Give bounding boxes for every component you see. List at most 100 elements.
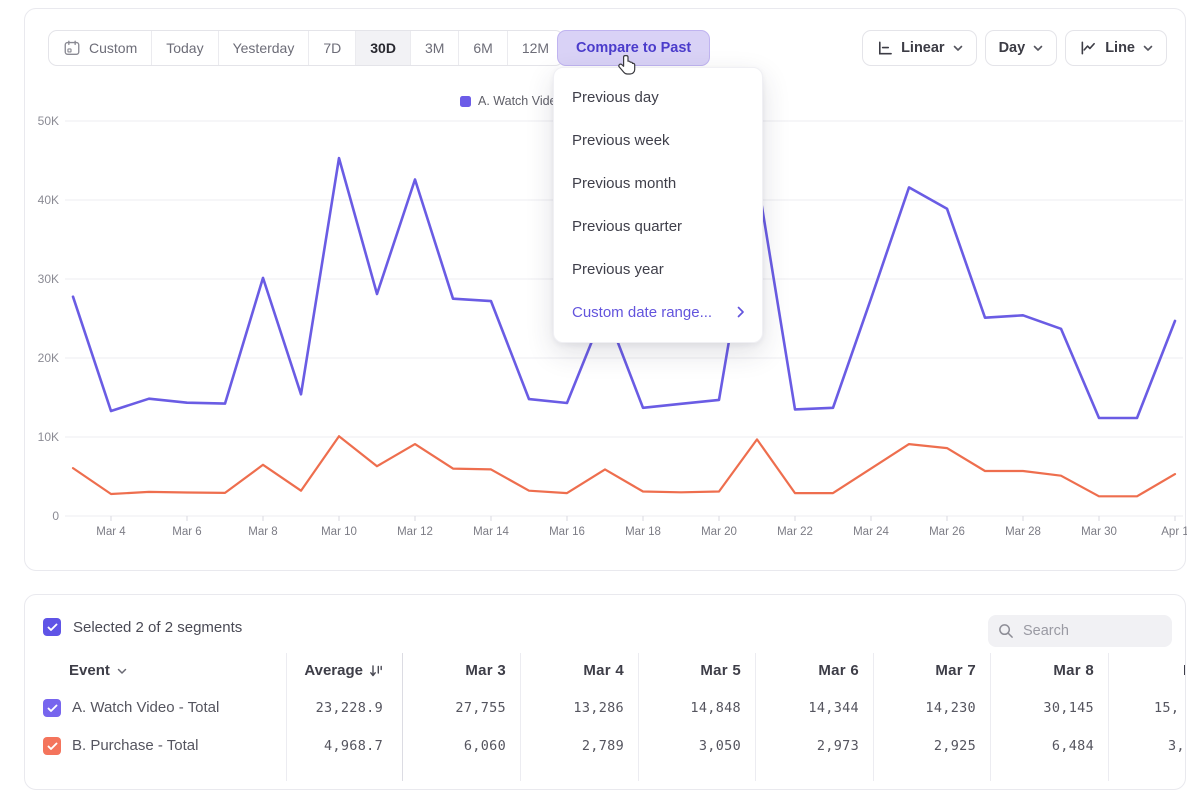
date-column-header: Mar 6 [755, 653, 873, 689]
segment-label: A. Watch Video - Total [72, 689, 219, 727]
chevron-right-icon [737, 306, 745, 318]
column-separator-spacer [990, 765, 1108, 781]
preset-custom-label: Custom [89, 40, 137, 56]
x-axis-label: Apr 1 [1161, 526, 1187, 538]
x-axis-label: Mar 16 [549, 526, 585, 538]
sort-descending-icon [369, 664, 383, 678]
date-column-header: Mar 4 [520, 653, 638, 689]
table-row-label-watch-video: A. Watch Video - Total [25, 689, 286, 727]
y-axis-label: 40K [38, 193, 59, 207]
menu-item-previous-year[interactable]: Previous year [554, 248, 762, 291]
menu-item-previous-week[interactable]: Previous week [554, 119, 762, 162]
x-axis-label: Mar 20 [701, 526, 737, 538]
table-cell: 27,755 [402, 689, 520, 727]
x-axis-label: Mar 10 [321, 526, 357, 538]
x-axis-label: Mar 12 [397, 526, 433, 538]
table-cell: 6,060 [402, 727, 520, 765]
date-range-preset-group: Custom Today Yesterday 7D 30D 3M 6M 12M [48, 30, 564, 66]
select-all-row: Selected 2 of 2 segments [43, 618, 242, 636]
x-axis-label: Mar 8 [248, 526, 277, 538]
preset-7d[interactable]: 7D [309, 31, 356, 65]
table-cell: 6,484 [990, 727, 1108, 765]
row-checkbox-watch-video[interactable] [43, 699, 61, 717]
table-cell-clipped: 15, [1108, 689, 1186, 727]
check-icon [47, 704, 58, 713]
legend-swatch-purple [460, 96, 471, 107]
average-cell: 4,968.7 [286, 727, 402, 765]
series-line-purchase [73, 436, 1175, 496]
interval-select-button[interactable]: Day [985, 30, 1058, 66]
event-column-header[interactable]: Event [25, 653, 286, 689]
menu-item-previous-day[interactable]: Previous day [554, 76, 762, 119]
chart-controls: Linear Day Line [862, 30, 1167, 66]
column-separator-spacer [1108, 765, 1186, 781]
date-column-header: Mar 3 [402, 653, 520, 689]
average-header-label: Average [304, 653, 363, 689]
line-chart-icon [1079, 40, 1097, 56]
row-checkbox-purchase[interactable] [43, 737, 61, 755]
search-icon [998, 623, 1014, 639]
menu-item-previous-month[interactable]: Previous month [554, 162, 762, 205]
menu-item-custom-date-range[interactable]: Custom date range... [554, 291, 762, 334]
table-cell: 2,925 [873, 727, 990, 765]
table-cell: 3,050 [638, 727, 755, 765]
preset-today[interactable]: Today [152, 31, 218, 65]
chart-card: Custom Today Yesterday 7D 30D 3M 6M 12M … [24, 8, 1186, 571]
preset-6m[interactable]: 6M [459, 31, 507, 65]
check-icon [47, 742, 58, 751]
segments-table: EventAverageMar 3Mar 4Mar 5Mar 6Mar 7Mar… [25, 653, 1186, 781]
x-axis-label: Mar 26 [929, 526, 965, 538]
date-column-header: Mar 8 [990, 653, 1108, 689]
chevron-down-icon [117, 668, 127, 675]
chevron-down-icon [953, 45, 963, 52]
table-row-label-purchase: B. Purchase - Total [25, 727, 286, 765]
y-axis-label: 20K [38, 351, 59, 365]
column-separator-spacer [25, 765, 286, 781]
column-separator-spacer [873, 765, 990, 781]
selected-summary: Selected 2 of 2 segments [73, 619, 242, 636]
calendar-icon [63, 39, 81, 57]
check-icon [47, 623, 58, 632]
insights-page: Custom Today Yesterday 7D 30D 3M 6M 12M … [0, 0, 1200, 802]
preset-12m[interactable]: 12M [508, 31, 563, 65]
preset-30d[interactable]: 30D [356, 31, 411, 65]
x-axis-label: Mar 6 [172, 526, 201, 538]
table-cell: 13,286 [520, 689, 638, 727]
select-all-checkbox[interactable] [43, 618, 61, 636]
chart-type-select-button[interactable]: Line [1065, 30, 1167, 66]
segments-card: Selected 2 of 2 segments Event Average Mar… [24, 594, 1186, 790]
x-axis-label: Mar 4 [96, 526, 126, 538]
column-separator-spacer [520, 765, 638, 781]
column-separator-spacer [755, 765, 873, 781]
table-cell-clipped: 3, [1108, 727, 1186, 765]
menu-item-previous-quarter[interactable]: Previous quarter [554, 205, 762, 248]
table-cell: 14,344 [755, 689, 873, 727]
legend-item-watch-video[interactable]: A. Watch Video [460, 94, 563, 108]
column-separator-spacer [638, 765, 755, 781]
table-cell: 14,230 [873, 689, 990, 727]
average-column-header[interactable]: Average [286, 653, 402, 689]
scale-select-button[interactable]: Linear [862, 30, 977, 66]
date-column-header-clipped: M [1108, 653, 1186, 689]
search-input[interactable] [1023, 623, 1153, 639]
search-box[interactable] [988, 615, 1172, 647]
preset-custom[interactable]: Custom [49, 31, 152, 65]
linear-scale-icon [876, 40, 893, 56]
x-axis-label: Mar 22 [777, 526, 813, 538]
chevron-down-icon [1033, 45, 1043, 52]
event-header-label: Event [69, 653, 110, 689]
table-cell: 14,848 [638, 689, 755, 727]
y-axis-label: 50K [38, 114, 59, 128]
compare-to-past-menu: Previous day Previous week Previous mont… [553, 67, 763, 343]
column-separator-spacer [286, 765, 402, 781]
segment-label: B. Purchase - Total [72, 727, 198, 765]
x-axis-label: Mar 28 [1005, 526, 1041, 538]
chevron-down-icon [1143, 45, 1153, 52]
x-axis-labels: Mar 4Mar 6Mar 8Mar 10Mar 12Mar 14Mar 16M… [96, 516, 1187, 538]
preset-yesterday[interactable]: Yesterday [219, 31, 310, 65]
y-axis-label: 0 [52, 509, 59, 523]
preset-3m[interactable]: 3M [411, 31, 459, 65]
table-cell: 30,145 [990, 689, 1108, 727]
date-column-header: Mar 5 [638, 653, 755, 689]
table-cell: 2,973 [755, 727, 873, 765]
